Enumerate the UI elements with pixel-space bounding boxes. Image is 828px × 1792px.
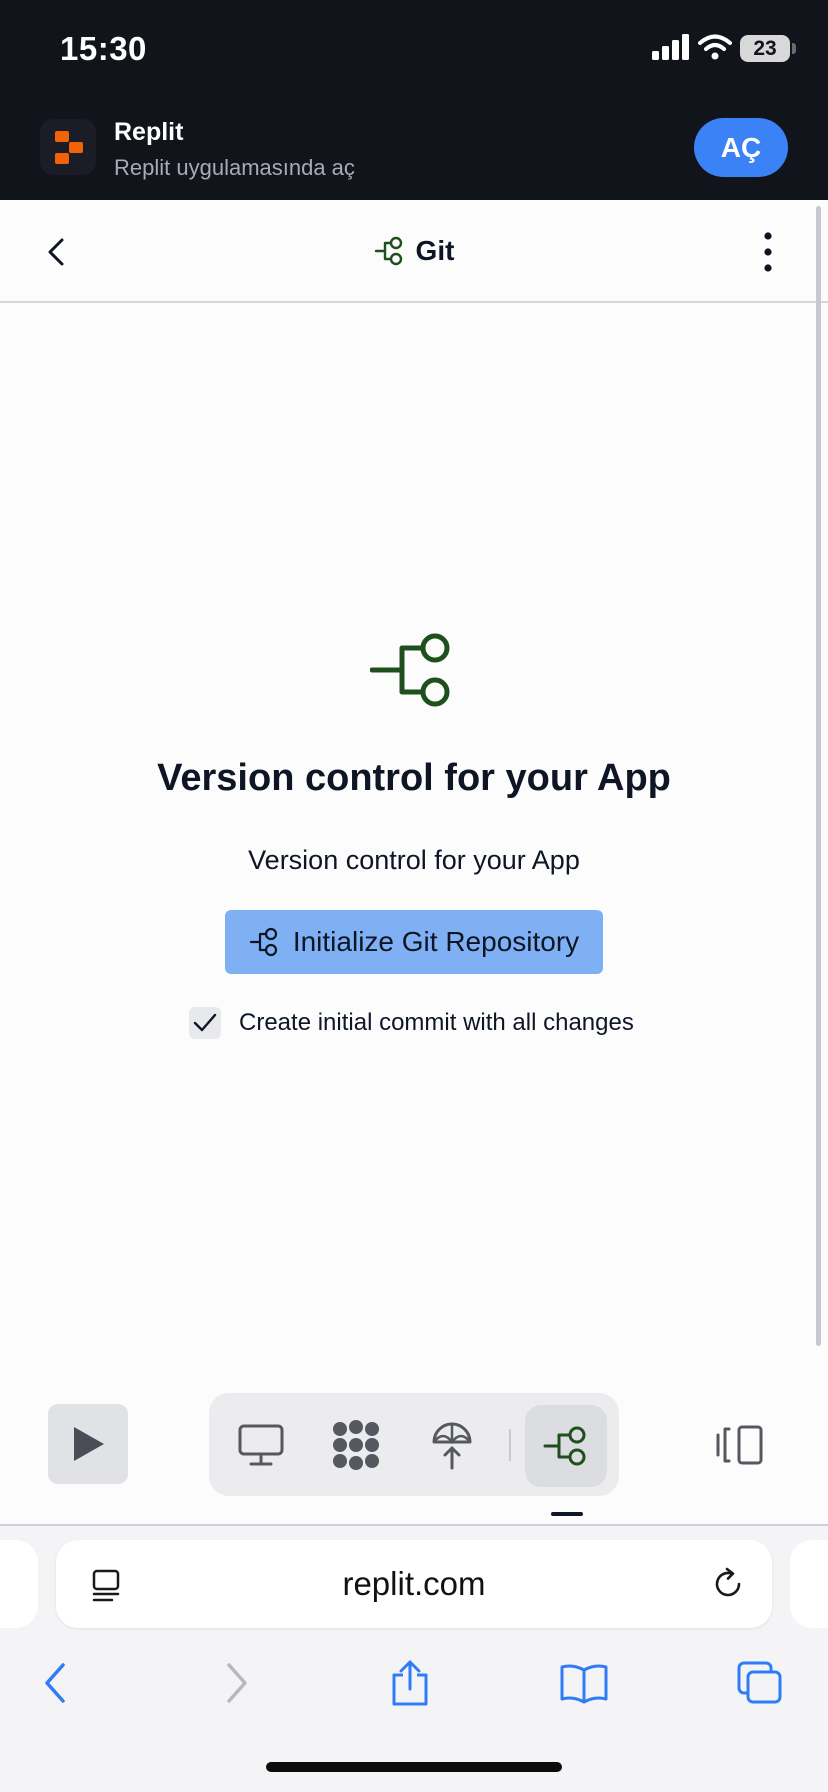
checkmark-icon bbox=[193, 1013, 217, 1032]
git-icon bbox=[249, 927, 277, 957]
tool-switcher bbox=[209, 1393, 619, 1496]
open-in-app-button[interactable]: AÇ bbox=[694, 118, 788, 177]
tabs-icon bbox=[737, 1661, 782, 1704]
share-icon bbox=[392, 1660, 428, 1706]
tool-divider bbox=[509, 1429, 511, 1461]
battery-icon: 23 bbox=[740, 35, 790, 62]
banner-app-name: Replit bbox=[114, 118, 184, 146]
play-icon bbox=[74, 1427, 104, 1461]
page-title: Git bbox=[0, 200, 828, 301]
monitor-icon bbox=[238, 1424, 284, 1466]
chevron-right-icon bbox=[227, 1663, 247, 1703]
deploy-icon bbox=[432, 1422, 472, 1470]
more-options-button[interactable] bbox=[757, 230, 779, 274]
browser-forward-button[interactable] bbox=[210, 1657, 262, 1709]
empty-state-heading: Version control for your App bbox=[157, 757, 671, 799]
initialize-git-repository-button[interactable]: Initialize Git Repository bbox=[225, 910, 603, 974]
url-text: replit.com bbox=[342, 1565, 486, 1602]
page-header: Git bbox=[0, 200, 828, 303]
tabs-button[interactable] bbox=[734, 1657, 786, 1709]
chevron-left-icon bbox=[45, 1663, 65, 1703]
initial-commit-option: Create initial commit with all changes bbox=[189, 1007, 634, 1039]
initialize-button-label: Initialize Git Repository bbox=[292, 926, 580, 957]
home-indicator bbox=[266, 1762, 562, 1772]
git-branch-icon bbox=[370, 633, 450, 707]
initial-commit-checkbox[interactable] bbox=[189, 1007, 221, 1039]
initial-commit-label: Create initial commit with all changes bbox=[239, 1009, 634, 1036]
drawer-handle[interactable] bbox=[551, 1512, 583, 1516]
browser-back-button[interactable] bbox=[30, 1657, 82, 1709]
cellular-signal-icon bbox=[652, 34, 689, 60]
layout-toggle-button[interactable] bbox=[712, 1420, 768, 1470]
status-time: 15:30 bbox=[60, 30, 147, 67]
wifi-icon bbox=[698, 34, 732, 60]
tool-deployments[interactable] bbox=[422, 1415, 482, 1475]
more-vertical-icon bbox=[764, 232, 772, 272]
address-bar[interactable]: replit.com bbox=[56, 1540, 772, 1628]
share-button[interactable] bbox=[384, 1657, 436, 1709]
packages-icon bbox=[333, 1420, 379, 1470]
next-tab-preview[interactable] bbox=[790, 1540, 828, 1628]
bookmarks-button[interactable] bbox=[558, 1657, 610, 1709]
tool-webview[interactable] bbox=[231, 1415, 291, 1475]
page-title-text: Git bbox=[415, 234, 455, 266]
git-icon bbox=[374, 236, 402, 265]
tool-packages[interactable] bbox=[326, 1415, 386, 1475]
banner-subtitle: Replit uygulamasında aç bbox=[114, 155, 355, 180]
book-icon bbox=[560, 1664, 608, 1704]
replit-logo bbox=[40, 119, 96, 175]
battery-tip bbox=[792, 43, 796, 54]
empty-state-description: Version control for your App bbox=[248, 845, 580, 875]
tool-git[interactable] bbox=[525, 1405, 607, 1487]
app-banner: 15:30 23 Replit Replit uygulamasında aç … bbox=[0, 0, 828, 200]
reload-icon[interactable] bbox=[710, 1566, 746, 1602]
previous-tab-preview[interactable] bbox=[0, 1540, 38, 1628]
git-icon bbox=[543, 1426, 586, 1466]
run-button[interactable] bbox=[48, 1404, 128, 1484]
split-panel-icon bbox=[716, 1425, 763, 1465]
